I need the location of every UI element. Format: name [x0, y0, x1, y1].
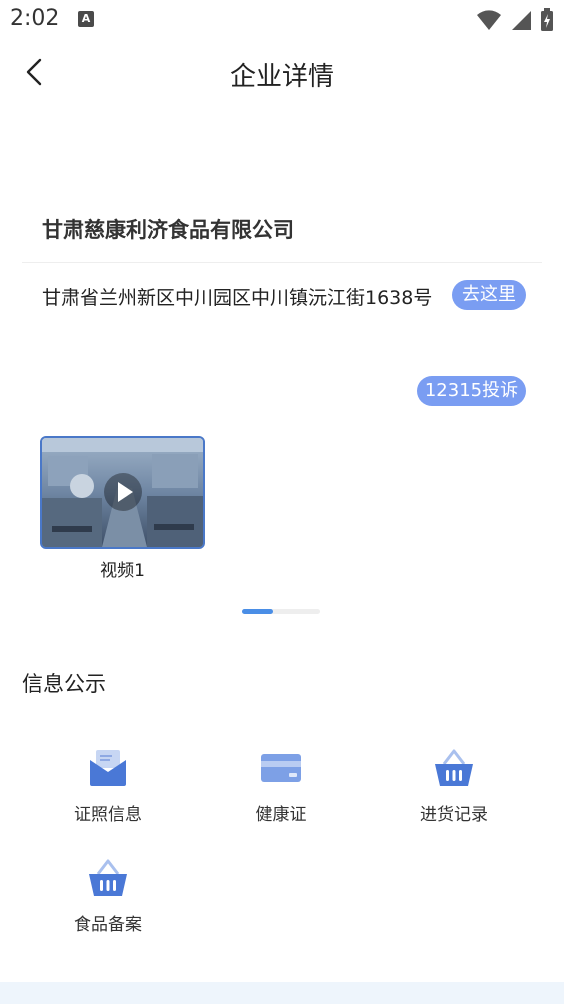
grid-label: 进货记录	[420, 805, 488, 825]
card-icon	[261, 754, 301, 782]
page-title: 企业详情	[229, 62, 334, 92]
screen: 2:02 A 企业详情 甘肃慈康利济食品有限公司 甘肃省兰州新区中川园区中川镇沅…	[0, 0, 564, 1004]
section-title: 信息公示	[22, 672, 106, 696]
scroll-indicator	[242, 609, 320, 614]
scroll-indicator-thumb	[242, 609, 274, 614]
grid-label: 食品备案	[74, 915, 142, 935]
envelope-icon	[90, 750, 126, 786]
grid-item-purchase-records[interactable]: 进货记录	[374, 748, 534, 838]
basket-icon	[435, 749, 473, 786]
go-here-button[interactable]: 去这里	[452, 280, 526, 310]
wifi-icon	[477, 10, 501, 30]
grid-item-license-info[interactable]: 证照信息	[28, 748, 188, 838]
complaint-button[interactable]: 12315投诉	[417, 376, 526, 406]
grid-label: 证照信息	[74, 805, 142, 825]
company-address: 甘肃省兰州新区中川园区中川镇沅江街1638号	[42, 287, 433, 309]
status-bar: 2:02 A	[0, 0, 564, 40]
grid-item-food-filing[interactable]: 食品备案	[28, 858, 188, 948]
video-thumbnail[interactable]	[40, 436, 205, 549]
signal-icon	[512, 11, 531, 30]
grid-label: 健康证	[255, 805, 307, 825]
notification-a-icon: A	[78, 11, 94, 27]
status-time: 2:02	[10, 6, 60, 31]
basket-icon	[89, 859, 127, 896]
play-icon[interactable]	[103, 472, 143, 512]
bottom-strip	[0, 982, 564, 1004]
divider	[22, 262, 542, 263]
video-label: 视频1	[100, 561, 145, 581]
nav-bar: 企业详情	[0, 44, 564, 100]
battery-icon	[541, 8, 553, 31]
company-name: 甘肃慈康利济食品有限公司	[42, 218, 294, 242]
grid-item-health-certificate[interactable]: 健康证	[201, 748, 361, 838]
status-icons	[476, 8, 554, 32]
